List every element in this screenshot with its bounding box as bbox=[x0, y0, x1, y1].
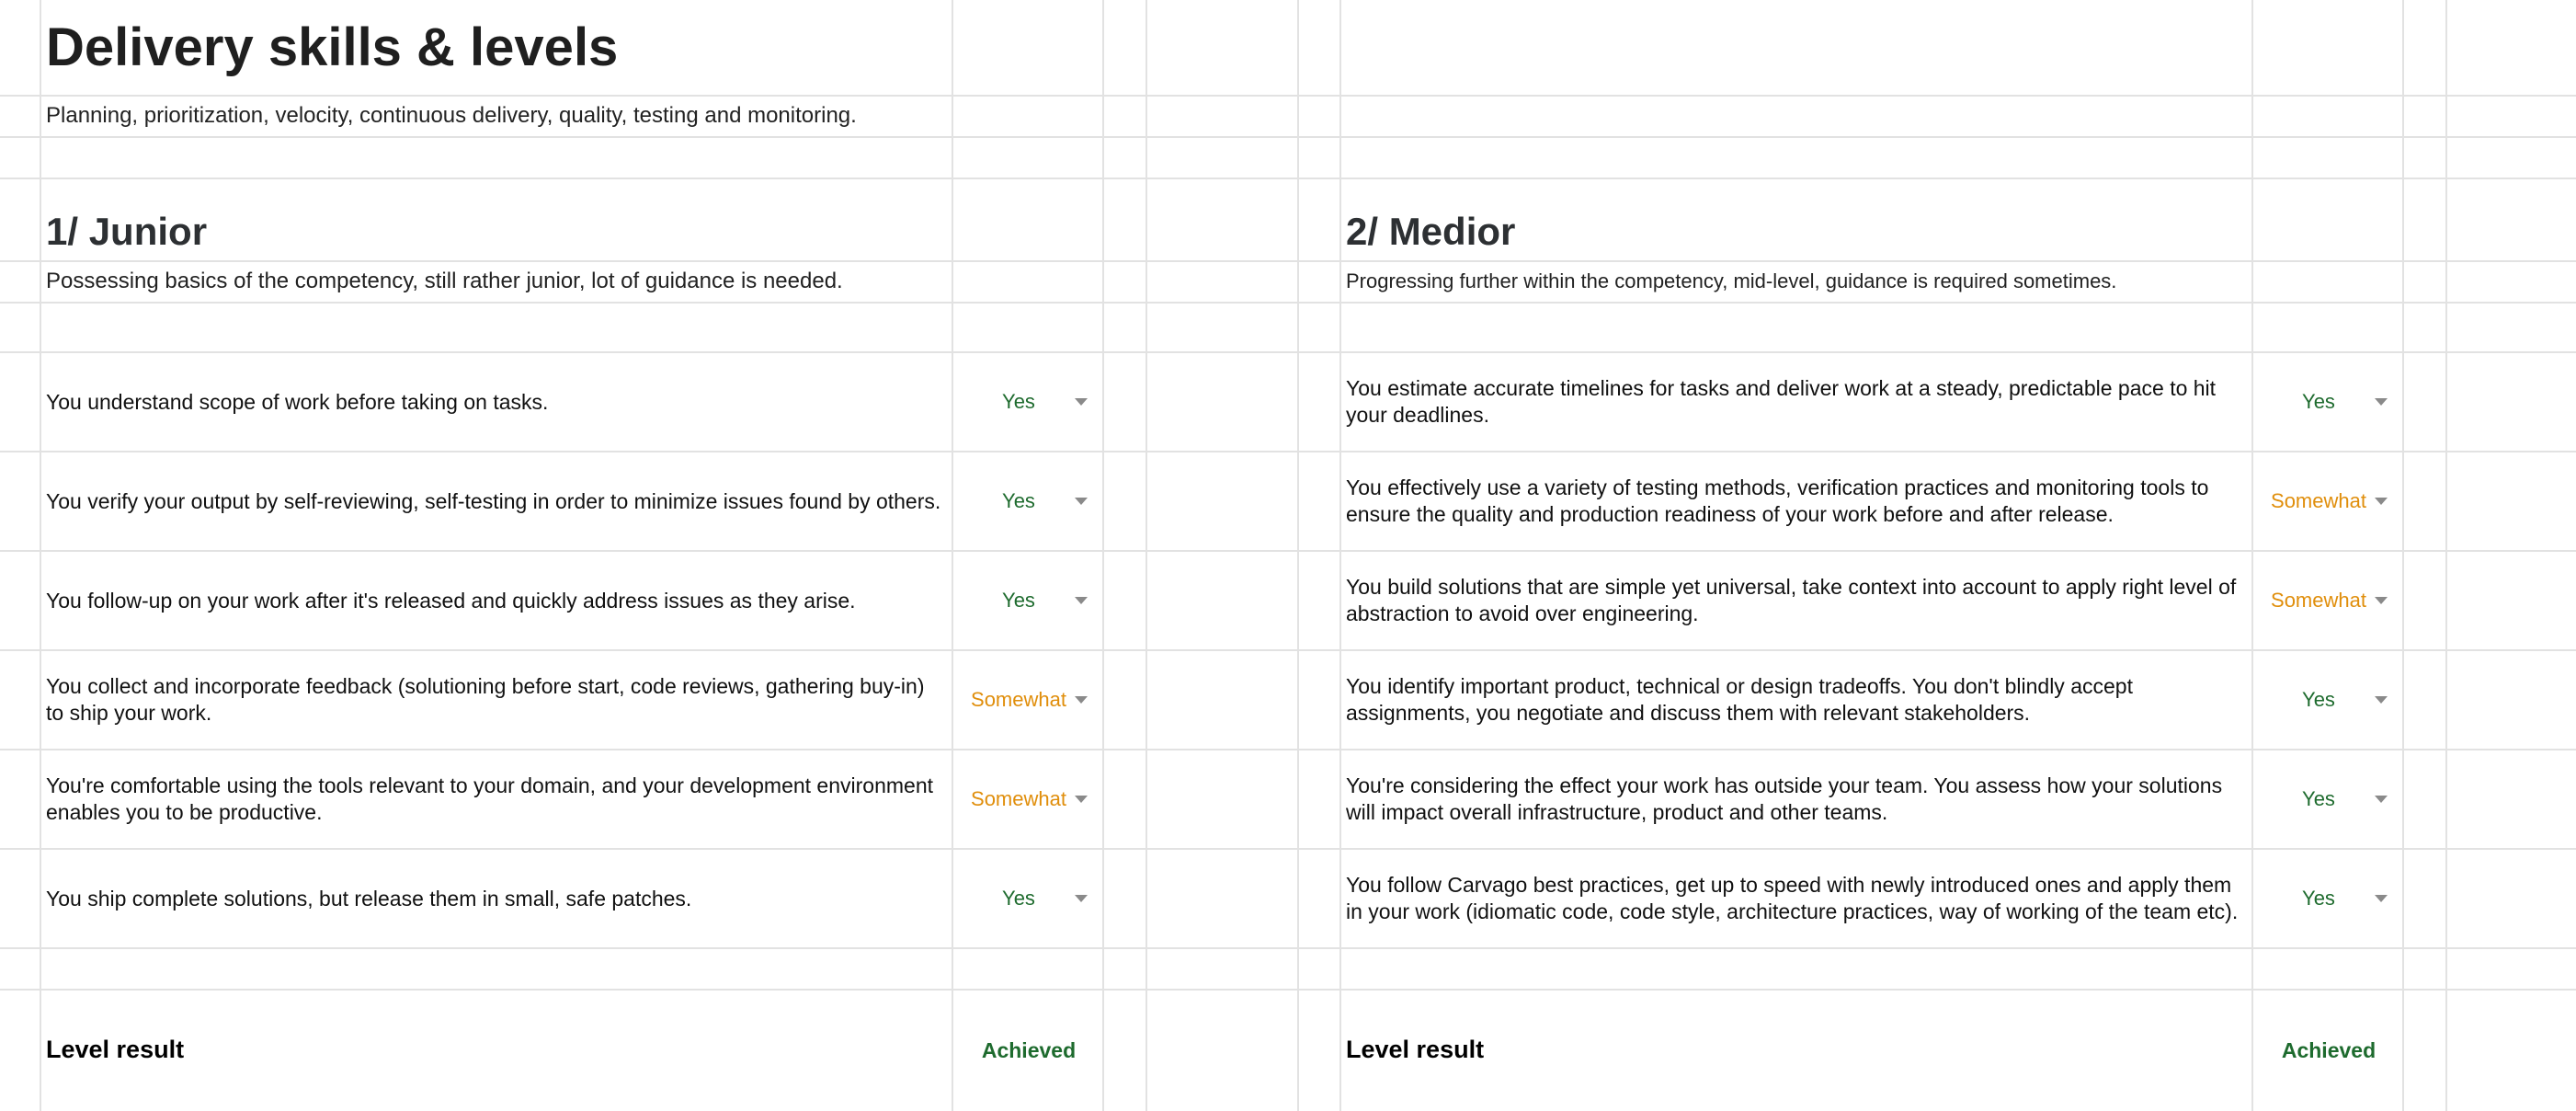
answer-value: Yes bbox=[1002, 489, 1035, 512]
grid-column-line bbox=[1297, 0, 1299, 1111]
dropdown-arrow-icon[interactable] bbox=[2375, 796, 2388, 803]
grid-row-line bbox=[0, 95, 2576, 97]
answer-value: Yes bbox=[2302, 688, 2335, 711]
grid-row-line bbox=[0, 302, 2576, 304]
junior-requirement-4[interactable]: You collect and incorporate feedback (so… bbox=[46, 651, 947, 749]
medior-requirement-3[interactable]: You build solutions that are simple yet … bbox=[1346, 552, 2247, 649]
dropdown-arrow-icon[interactable] bbox=[2375, 498, 2388, 505]
medior-requirement-6[interactable]: You follow Carvago best practices, get u… bbox=[1346, 850, 2247, 947]
dropdown-arrow-icon[interactable] bbox=[2375, 597, 2388, 604]
grid-column-line bbox=[1146, 0, 1147, 1111]
dropdown-arrow-icon[interactable] bbox=[1075, 696, 1088, 704]
medior-answer-dropdown-2[interactable]: Somewhat bbox=[2253, 452, 2402, 550]
junior-answer-dropdown-3[interactable]: Yes bbox=[953, 552, 1102, 649]
dropdown-arrow-icon[interactable] bbox=[2375, 696, 2388, 704]
grid-row-line bbox=[0, 178, 2576, 179]
junior-requirement-2[interactable]: You verify your output by self-reviewing… bbox=[46, 452, 947, 550]
medior-level-description[interactable]: Progressing further within the competenc… bbox=[1346, 269, 2116, 293]
dropdown-arrow-icon[interactable] bbox=[2375, 398, 2388, 406]
junior-requirement-6[interactable]: You ship complete solutions, but release… bbox=[46, 850, 947, 947]
junior-requirement-3[interactable]: You follow-up on your work after it's re… bbox=[46, 552, 947, 649]
dropdown-arrow-icon[interactable] bbox=[1075, 498, 1088, 505]
medior-answer-dropdown-5[interactable]: Yes bbox=[2253, 750, 2402, 848]
answer-value: Yes bbox=[1002, 390, 1035, 413]
answer-value: Yes bbox=[2302, 887, 2335, 910]
junior-level-title[interactable]: 1/ Junior bbox=[46, 210, 207, 254]
junior-answer-dropdown-4[interactable]: Somewhat bbox=[953, 651, 1102, 749]
junior-requirement-5[interactable]: You're comfortable using the tools relev… bbox=[46, 750, 947, 848]
answer-value: Yes bbox=[2302, 787, 2335, 810]
page-subtitle[interactable]: Planning, prioritization, velocity, cont… bbox=[46, 103, 857, 129]
medior-requirement-5[interactable]: You're considering the effect your work … bbox=[1346, 750, 2247, 848]
page-title[interactable]: Delivery skills & levels bbox=[46, 17, 618, 78]
medior-level-title[interactable]: 2/ Medior bbox=[1346, 210, 1515, 254]
junior-level-description[interactable]: Possessing basics of the competency, sti… bbox=[46, 269, 843, 294]
junior-answer-dropdown-6[interactable]: Yes bbox=[953, 850, 1102, 947]
answer-value: Yes bbox=[1002, 887, 1035, 910]
dropdown-arrow-icon[interactable] bbox=[1075, 895, 1088, 902]
medior-answer-dropdown-1[interactable]: Yes bbox=[2253, 353, 2402, 451]
medior-level-result-label[interactable]: Level result bbox=[1346, 1036, 1484, 1064]
medior-answer-dropdown-3[interactable]: Somewhat bbox=[2253, 552, 2402, 649]
grid-column-line bbox=[2402, 0, 2404, 1111]
junior-answer-dropdown-1[interactable]: Yes bbox=[953, 353, 1102, 451]
junior-requirement-1[interactable]: You understand scope of work before taki… bbox=[46, 353, 947, 451]
dropdown-arrow-icon[interactable] bbox=[1075, 796, 1088, 803]
answer-value: Somewhat bbox=[971, 787, 1066, 810]
junior-level-result-value[interactable]: Achieved bbox=[953, 1038, 1104, 1063]
medior-requirement-2[interactable]: You effectively use a variety of testing… bbox=[1346, 452, 2247, 550]
medior-answer-dropdown-4[interactable]: Yes bbox=[2253, 651, 2402, 749]
dropdown-arrow-icon[interactable] bbox=[1075, 398, 1088, 406]
medior-answer-dropdown-6[interactable]: Yes bbox=[2253, 850, 2402, 947]
grid-column-line bbox=[2445, 0, 2447, 1111]
answer-value: Somewhat bbox=[2271, 489, 2366, 512]
dropdown-arrow-icon[interactable] bbox=[2375, 895, 2388, 902]
medior-requirement-1[interactable]: You estimate accurate timelines for task… bbox=[1346, 353, 2247, 451]
grid-column-line bbox=[1339, 0, 1341, 1111]
grid-column-line bbox=[40, 0, 41, 1111]
grid-row-line bbox=[0, 136, 2576, 138]
answer-value: Somewhat bbox=[971, 688, 1066, 711]
answer-value: Yes bbox=[1002, 589, 1035, 612]
grid-row-line bbox=[0, 989, 2576, 991]
grid-row-line bbox=[0, 947, 2576, 949]
grid-row-line bbox=[0, 260, 2576, 262]
medior-requirement-4[interactable]: You identify important product, technica… bbox=[1346, 651, 2247, 749]
answer-value: Somewhat bbox=[2271, 589, 2366, 612]
junior-level-result-label[interactable]: Level result bbox=[46, 1036, 184, 1064]
junior-answer-dropdown-2[interactable]: Yes bbox=[953, 452, 1102, 550]
dropdown-arrow-icon[interactable] bbox=[1075, 597, 1088, 604]
grid-column-line bbox=[1102, 0, 1104, 1111]
medior-level-result-value[interactable]: Achieved bbox=[2253, 1038, 2404, 1063]
junior-answer-dropdown-5[interactable]: Somewhat bbox=[953, 750, 1102, 848]
answer-value: Yes bbox=[2302, 390, 2335, 413]
